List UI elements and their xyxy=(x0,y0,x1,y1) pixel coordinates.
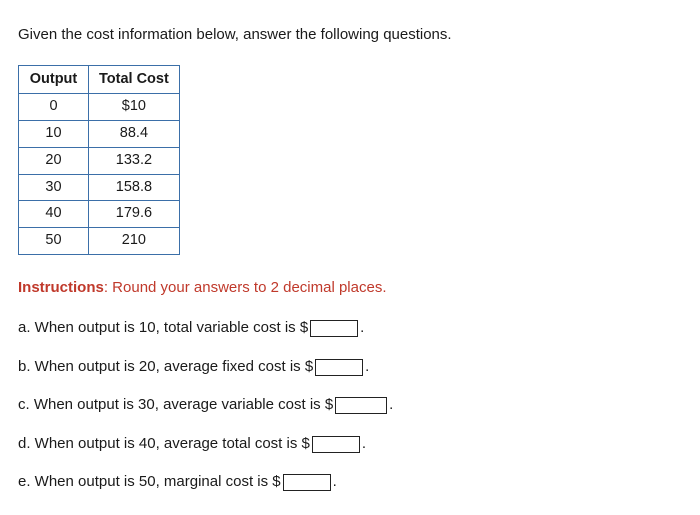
question-b-prefix: b. When output is 20, average fixed cost… xyxy=(18,356,313,379)
cell-cost: $10 xyxy=(89,94,180,121)
cell-output: 40 xyxy=(19,201,89,228)
table-row: 40 179.6 xyxy=(19,201,180,228)
cell-cost: 88.4 xyxy=(89,121,180,148)
question-a: a. When output is 10, total variable cos… xyxy=(18,317,682,340)
answer-input-a[interactable] xyxy=(310,320,358,337)
question-a-suffix: . xyxy=(360,317,364,340)
answer-input-b[interactable] xyxy=(315,359,363,376)
question-d: d. When output is 40, average total cost… xyxy=(18,433,682,456)
cell-cost: 133.2 xyxy=(89,147,180,174)
answer-input-c[interactable] xyxy=(335,397,387,414)
answer-input-e[interactable] xyxy=(283,474,331,491)
table-row: 50 210 xyxy=(19,228,180,255)
question-b-suffix: . xyxy=(365,356,369,379)
cell-output: 0 xyxy=(19,94,89,121)
cell-cost: 210 xyxy=(89,228,180,255)
question-d-prefix: d. When output is 40, average total cost… xyxy=(18,433,310,456)
instructions-label: Instructions xyxy=(18,279,104,296)
cell-output: 10 xyxy=(19,121,89,148)
cell-cost: 158.8 xyxy=(89,174,180,201)
cell-output: 50 xyxy=(19,228,89,255)
cost-table: Output Total Cost 0 $10 10 88.4 20 133.2… xyxy=(18,65,180,255)
cell-output: 30 xyxy=(19,174,89,201)
col-header-total-cost: Total Cost xyxy=(89,65,180,94)
question-e: e. When output is 50, marginal cost is $… xyxy=(18,471,682,494)
col-header-output: Output xyxy=(19,65,89,94)
cell-output: 20 xyxy=(19,147,89,174)
question-c: c. When output is 30, average variable c… xyxy=(18,394,682,417)
answer-input-d[interactable] xyxy=(312,436,360,453)
instructions-text: : Round your answers to 2 decimal places… xyxy=(104,279,387,296)
question-b: b. When output is 20, average fixed cost… xyxy=(18,356,682,379)
question-e-prefix: e. When output is 50, marginal cost is $ xyxy=(18,471,281,494)
table-row: 10 88.4 xyxy=(19,121,180,148)
question-e-suffix: . xyxy=(333,471,337,494)
question-d-suffix: . xyxy=(362,433,366,456)
intro-text: Given the cost information below, answer… xyxy=(18,24,682,47)
question-a-prefix: a. When output is 10, total variable cos… xyxy=(18,317,308,340)
table-row: 0 $10 xyxy=(19,94,180,121)
table-row: 30 158.8 xyxy=(19,174,180,201)
question-c-suffix: . xyxy=(389,394,393,417)
table-row: 20 133.2 xyxy=(19,147,180,174)
instructions: Instructions: Round your answers to 2 de… xyxy=(18,277,682,300)
question-c-prefix: c. When output is 30, average variable c… xyxy=(18,394,333,417)
cell-cost: 179.6 xyxy=(89,201,180,228)
